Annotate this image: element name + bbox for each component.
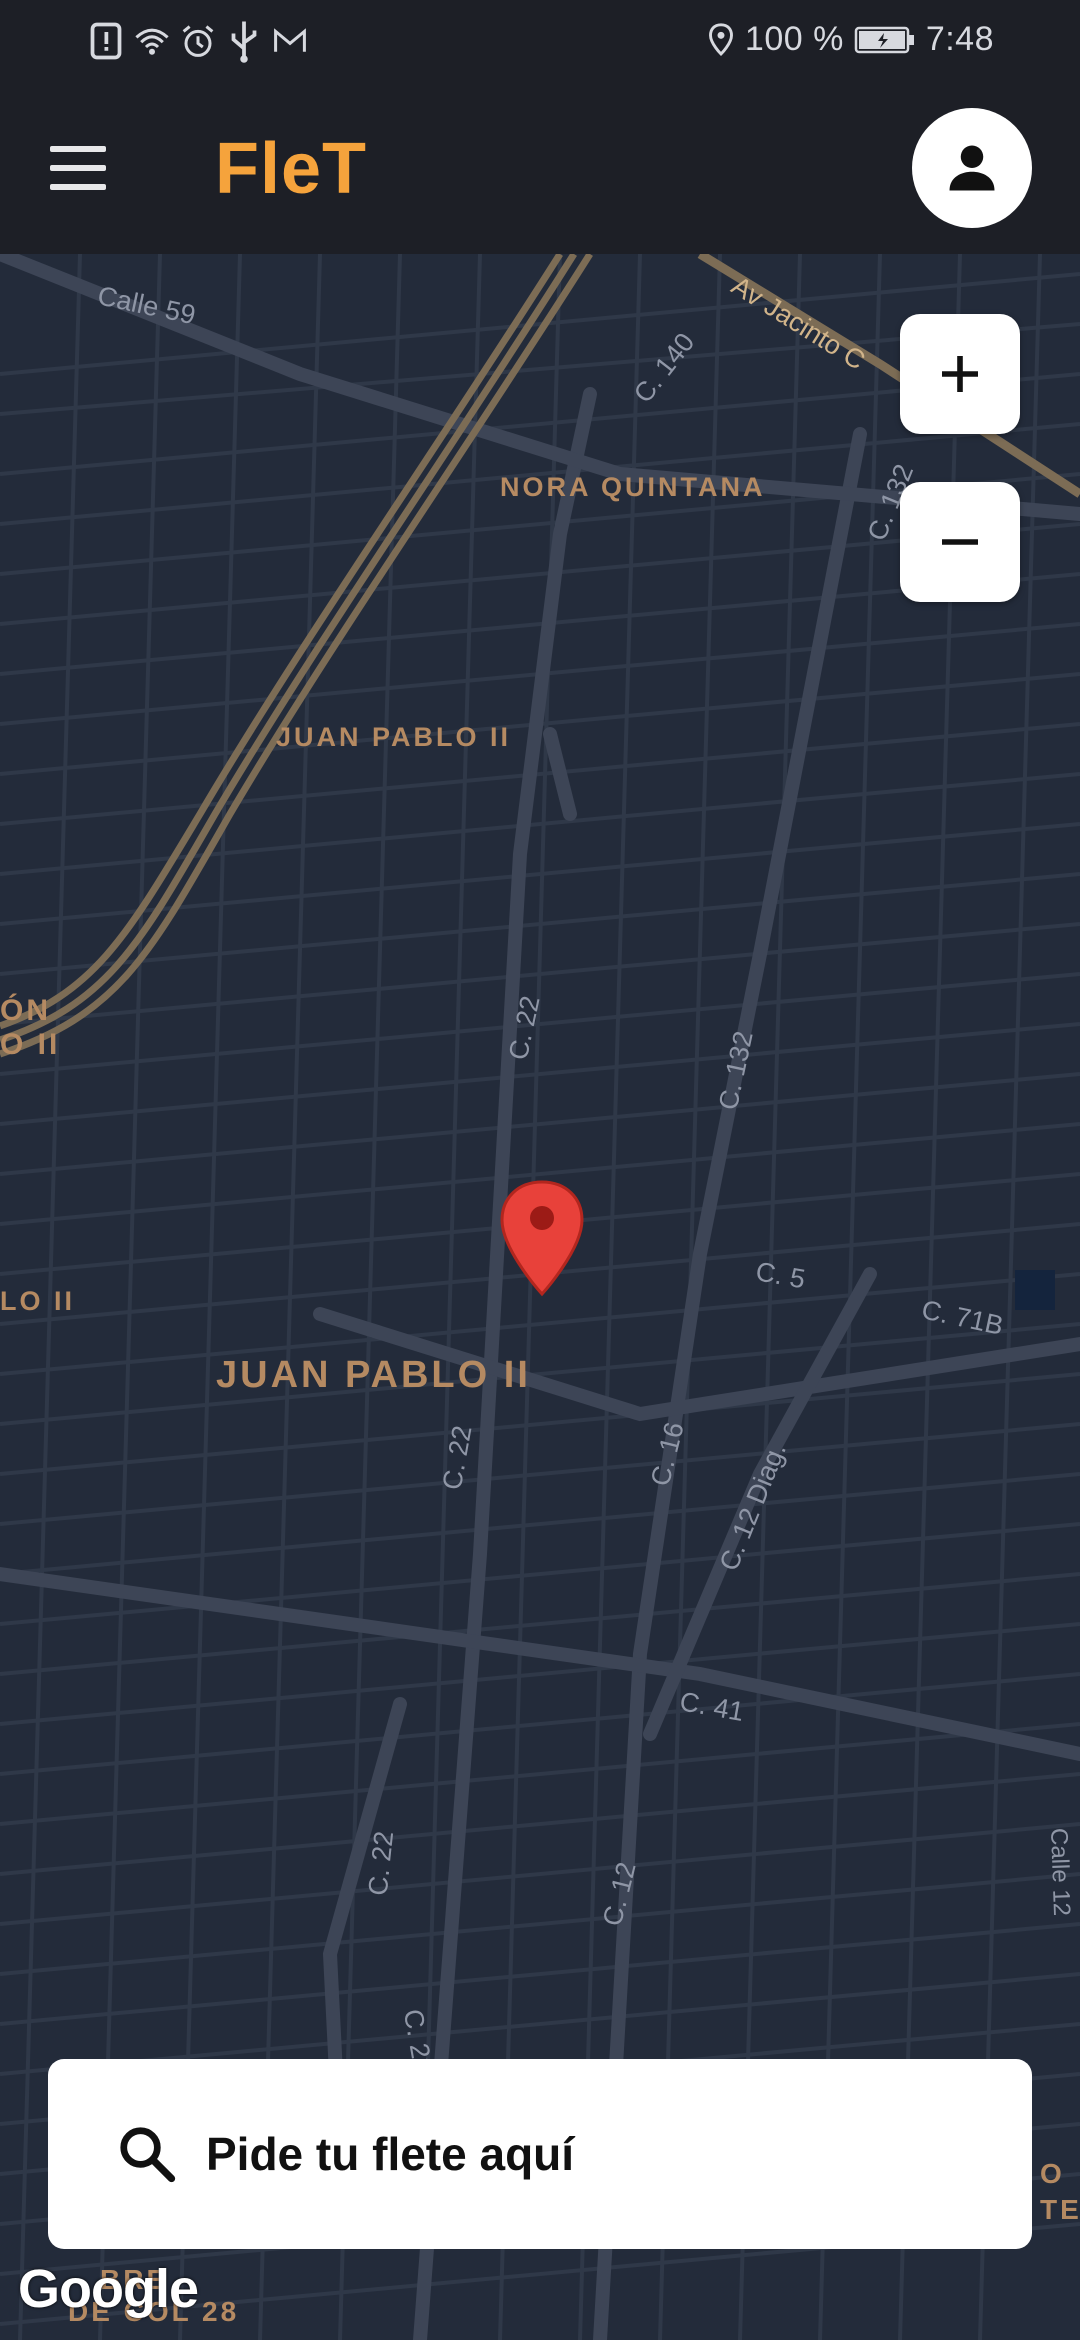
search-icon	[120, 2127, 176, 2183]
zoom-out-button[interactable]	[900, 482, 1020, 602]
map-view[interactable]: NORA QUINTANA JUAN PABLO II JUAN PABLO I…	[0, 254, 1080, 2340]
map-park	[1015, 1270, 1055, 1310]
area-label: ÓN	[0, 994, 51, 1027]
profile-button[interactable]	[912, 108, 1032, 228]
search-label: Pide tu flete aquí	[206, 2128, 575, 2180]
system-status: 100 % 7:48	[707, 20, 994, 59]
alarm-icon	[182, 25, 214, 57]
gmail-icon	[274, 28, 306, 52]
menu-button[interactable]	[50, 146, 116, 190]
battery-percent: 100 %	[744, 20, 844, 58]
area-label: NORA QUINTANA	[500, 472, 766, 502]
wifi-icon	[135, 28, 169, 55]
app-title: FleT	[215, 129, 368, 209]
battery-icon	[854, 26, 914, 53]
area-label: O II	[0, 1028, 61, 1061]
clock: 7:48	[925, 20, 994, 58]
app-bar: FleT	[0, 84, 1080, 254]
notification-icons	[88, 18, 308, 64]
location-pin-icon[interactable]	[498, 1178, 586, 1298]
minus-icon	[942, 539, 978, 545]
street-label: Calle 12	[1045, 1827, 1076, 1917]
hamburger-line	[50, 184, 106, 190]
person-icon	[949, 145, 995, 191]
area-label: JUAN PABLO II	[276, 722, 512, 752]
search-bar[interactable]: Pide tu flete aquí	[48, 2059, 1032, 2249]
google-attribution: Google	[18, 2259, 199, 2319]
area-label: O	[1040, 2158, 1065, 2189]
location-icon	[708, 22, 733, 56]
area-label: JUAN PABLO II	[216, 1354, 531, 1396]
area-label: TE	[1040, 2194, 1080, 2225]
usb-icon	[231, 21, 257, 63]
plus-icon	[942, 356, 978, 392]
area-label: LO II	[0, 1286, 75, 1316]
zoom-in-button[interactable]	[900, 314, 1020, 434]
hamburger-line	[50, 165, 106, 171]
hamburger-icon	[50, 146, 106, 152]
status-bar: 100 % 7:48	[0, 0, 1080, 84]
alert-icon	[90, 22, 122, 60]
